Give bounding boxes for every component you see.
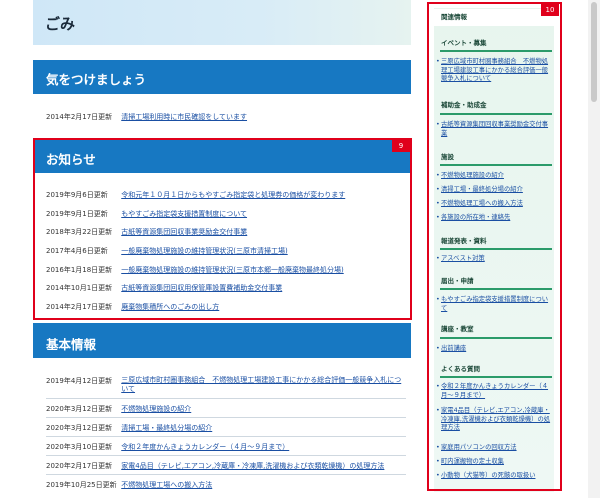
list-item: 2020年3月12日更新 不燃物処理施設の紹介 (46, 404, 406, 416)
scrollbar-thumb[interactable] (591, 2, 597, 102)
update-date: 2019年4月12日更新 (46, 377, 113, 385)
list-item: 2014年2月17日更新 清掃工場利用時に市民確認をしています (46, 112, 406, 124)
divider (46, 398, 406, 399)
badge-sidebar: 10 (541, 4, 559, 16)
divider (46, 455, 406, 456)
list-item: 2020年2月17日更新 家電4品目（テレビ,エアコン,冷蔵庫・冷凍庫,洗濯機お… (46, 461, 406, 473)
gomi-header: ごみ (33, 0, 411, 45)
article-link[interactable]: 不燃物処理施設の紹介 (121, 405, 191, 413)
update-date: 2020年3月10日更新 (46, 443, 113, 451)
divider (46, 474, 406, 475)
article-link[interactable]: 令和２年度かんきょうカレンダー（４月～９月まで） (121, 443, 289, 451)
list-item: 2020年3月10日更新 令和２年度かんきょうカレンダー（４月～９月まで） (46, 442, 406, 454)
article-link[interactable]: 家電4品目（テレビ,エアコン,冷蔵庫・冷凍庫,洗濯機および衣類乾燥機）の処理方法 (121, 462, 384, 470)
article-link[interactable]: 三原広域市町村圏事務組合 不燃物処理工場建設工事にかかる総合評価一般競争入札につ… (121, 376, 401, 394)
kihon-heading: 基本情報 (46, 337, 97, 352)
update-date: 2014年2月17日更新 (46, 113, 113, 121)
list-item: 2019年4月12日更新 三原広域市町村圏事務組合 不燃物処理工場建設工事にかか… (46, 376, 406, 396)
divider (46, 417, 406, 418)
kiwotsuke-band: 気をつけましょう (33, 60, 411, 94)
article-link[interactable]: 清掃工場・最終処分場の紹介 (121, 424, 212, 432)
highlight-box-oshirase (33, 138, 412, 320)
update-date: 2020年3月12日更新 (46, 405, 113, 413)
update-date: 2020年2月17日更新 (46, 462, 113, 470)
update-date: 2019年10月25日更新 (46, 481, 117, 489)
divider (46, 436, 406, 437)
page-title: ごみ (45, 15, 76, 33)
badge-oshirase: 9 (392, 140, 410, 152)
update-date: 2020年3月12日更新 (46, 424, 113, 432)
highlight-box-sidebar (427, 2, 562, 491)
list-item: 2020年3月12日更新 清掃工場・最終処分場の紹介 (46, 423, 406, 435)
article-link[interactable]: 清掃工場利用時に市民確認をしています (121, 113, 247, 121)
kihon-band: 基本情報 (33, 323, 411, 358)
kiwotsuke-heading: 気をつけましょう (46, 72, 147, 87)
list-item: 2019年10月25日更新 不燃物処理工場への搬入方法 (46, 480, 406, 492)
article-link[interactable]: 不燃物処理工場への搬入方法 (121, 481, 212, 489)
